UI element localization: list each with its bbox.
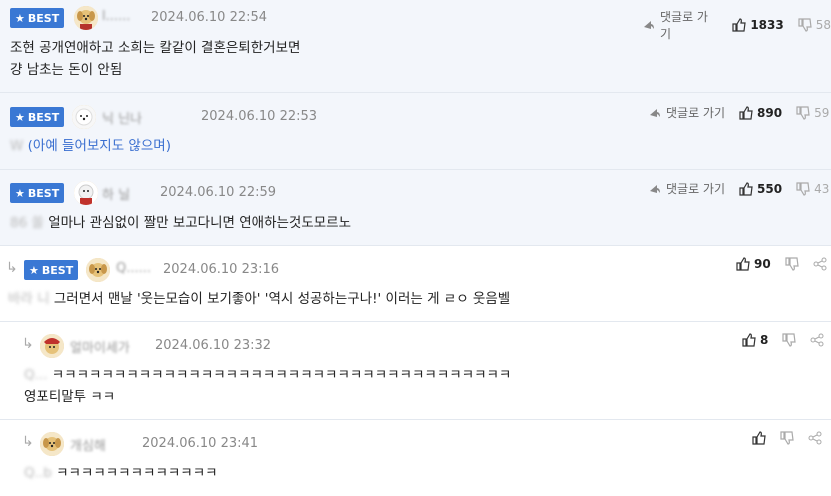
thumbs-up-icon [742, 333, 756, 347]
reply-arrow-icon [648, 106, 662, 120]
thumbs-up-icon [739, 181, 753, 196]
thumbs-up-icon [732, 18, 746, 32]
go-to-reply-button[interactable]: 댓글로 가기 [648, 180, 725, 197]
comment-item: ★ BEST 하 닐 2024.06.10 22:59 댓글로 가기 550 4… [0, 170, 831, 246]
like-button[interactable]: 890 [739, 106, 782, 120]
comment-date: 2024.06.10 22:53 [201, 109, 318, 124]
star-icon: ★ [29, 263, 39, 277]
go-to-reply-button[interactable]: 댓글로 가기 [648, 104, 725, 121]
best-badge: ★ BEST [10, 183, 65, 203]
comment-body: Q..b ㅋㅋㅋㅋㅋㅋㅋㅋㅋㅋㅋㅋㅋ [24, 465, 218, 481]
reply-arrow-icon [648, 182, 662, 196]
comment-actions: 댓글로 가기 550 43 [648, 180, 829, 197]
reply-indent-icon: ↳ [22, 336, 34, 352]
comment-body: 조현 공개연애하고 소희는 칼같이 결혼은퇴한거보면 걍 남초는 돈이 안됨 [10, 40, 301, 78]
reply-item: ↳ 얼마이세가 2024.06.10 23:32 8 Q... ㅋㅋㅋㅋㅋㅋㅋㅋ… [0, 322, 831, 420]
best-badge: ★ BEST [10, 8, 65, 28]
best-badge: ★ BEST [24, 260, 79, 280]
comment-actions: 90 [736, 257, 827, 271]
like-button[interactable]: 8 [742, 333, 768, 347]
avatar[interactable] [40, 334, 64, 358]
comment-actions: 8 [742, 333, 824, 347]
thumbs-up-icon [739, 105, 753, 120]
dislike-button[interactable] [780, 431, 794, 445]
share-icon[interactable] [810, 333, 824, 347]
comment-body: W (아예 들어보지도 않으며) [10, 138, 171, 154]
nickname[interactable]: 개심해 [70, 435, 106, 454]
like-button[interactable]: 1833 [732, 18, 784, 32]
dislike-button[interactable]: 59 [796, 106, 829, 120]
comment-item: ★ BEST 닉 닌나 2024.06.10 22:53 댓글로 가기 890 … [0, 93, 831, 170]
comment-date: 2024.06.10 22:54 [151, 10, 268, 25]
comment-actions: 댓글로 가기 890 59 [648, 104, 829, 121]
avatar[interactable] [40, 432, 64, 456]
comment-date: 2024.06.10 23:32 [155, 338, 272, 353]
comment-actions: 댓글로 가기 1833 58 [642, 8, 831, 42]
reply-arrow-icon [642, 18, 656, 32]
like-button[interactable] [752, 431, 766, 445]
reply-item: ↳ ★ BEST Q...... 2024.06.10 23:16 90 바라 … [0, 246, 831, 322]
thumbs-up-icon [736, 257, 750, 271]
star-icon: ★ [15, 110, 25, 124]
avatar[interactable] [72, 105, 96, 129]
thumbs-down-icon [796, 105, 810, 120]
dislike-button[interactable]: 58 [798, 18, 831, 32]
dislike-button[interactable]: 43 [796, 182, 829, 196]
dislike-button[interactable] [785, 257, 799, 271]
thumbs-down-icon [798, 18, 812, 32]
comment-list: ★ BEST l...... 2024.06.10 22:54 댓글로 가기 1… [0, 0, 831, 496]
avatar[interactable] [74, 181, 98, 205]
comment-actions [752, 431, 822, 445]
nickname[interactable]: l...... [102, 9, 130, 24]
star-icon: ★ [15, 186, 25, 200]
like-button[interactable]: 90 [736, 257, 771, 271]
comment-date: 2024.06.10 22:59 [160, 185, 277, 200]
best-badge: ★ BEST [10, 107, 65, 127]
nickname[interactable]: 닉 닌나 [102, 108, 142, 127]
nickname[interactable]: Q...... [116, 261, 151, 276]
thumbs-down-icon [796, 181, 810, 196]
dislike-button[interactable] [782, 333, 797, 347]
comment-body: 바라 니 그러면서 맨날 '웃는모습이 보기좋아' '역시 성공하는구나!' 이… [8, 291, 511, 307]
go-to-reply-button[interactable]: 댓글로 가기 [642, 8, 718, 42]
share-icon[interactable] [813, 257, 827, 271]
like-button[interactable]: 550 [739, 182, 782, 196]
reply-indent-icon: ↳ [22, 434, 34, 450]
avatar[interactable] [74, 6, 98, 30]
comment-body: Q... ㅋㅋㅋㅋㅋㅋㅋㅋㅋㅋㅋㅋㅋㅋㅋㅋㅋㅋㅋㅋㅋㅋㅋㅋㅋㅋㅋㅋㅋㅋㅋㅋㅋㅋㅋ… [24, 367, 512, 405]
thumbs-down-icon [780, 431, 794, 445]
comment-item: ★ BEST l...... 2024.06.10 22:54 댓글로 가기 1… [0, 0, 831, 93]
share-icon[interactable] [808, 431, 822, 445]
nickname[interactable]: 얼마이세가 [70, 337, 130, 356]
thumbs-down-icon [782, 333, 797, 347]
comment-date: 2024.06.10 23:41 [142, 436, 259, 451]
reply-item: ↳ 개심해 2024.06.10 23:41 Q..b ㅋㅋㅋㅋㅋㅋㅋㅋㅋㅋㅋㅋ… [0, 420, 831, 496]
reply-indent-icon: ↳ [6, 260, 18, 276]
thumbs-up-icon [752, 431, 766, 445]
avatar[interactable] [86, 258, 110, 282]
thumbs-down-icon [785, 257, 799, 271]
comment-body: 86 쏠 얼마나 관심없이 짤만 보고다니면 연애하는것도모르노 [10, 215, 352, 231]
star-icon: ★ [15, 11, 25, 25]
nickname[interactable]: 하 닐 [102, 184, 130, 203]
comment-date: 2024.06.10 23:16 [163, 262, 280, 277]
